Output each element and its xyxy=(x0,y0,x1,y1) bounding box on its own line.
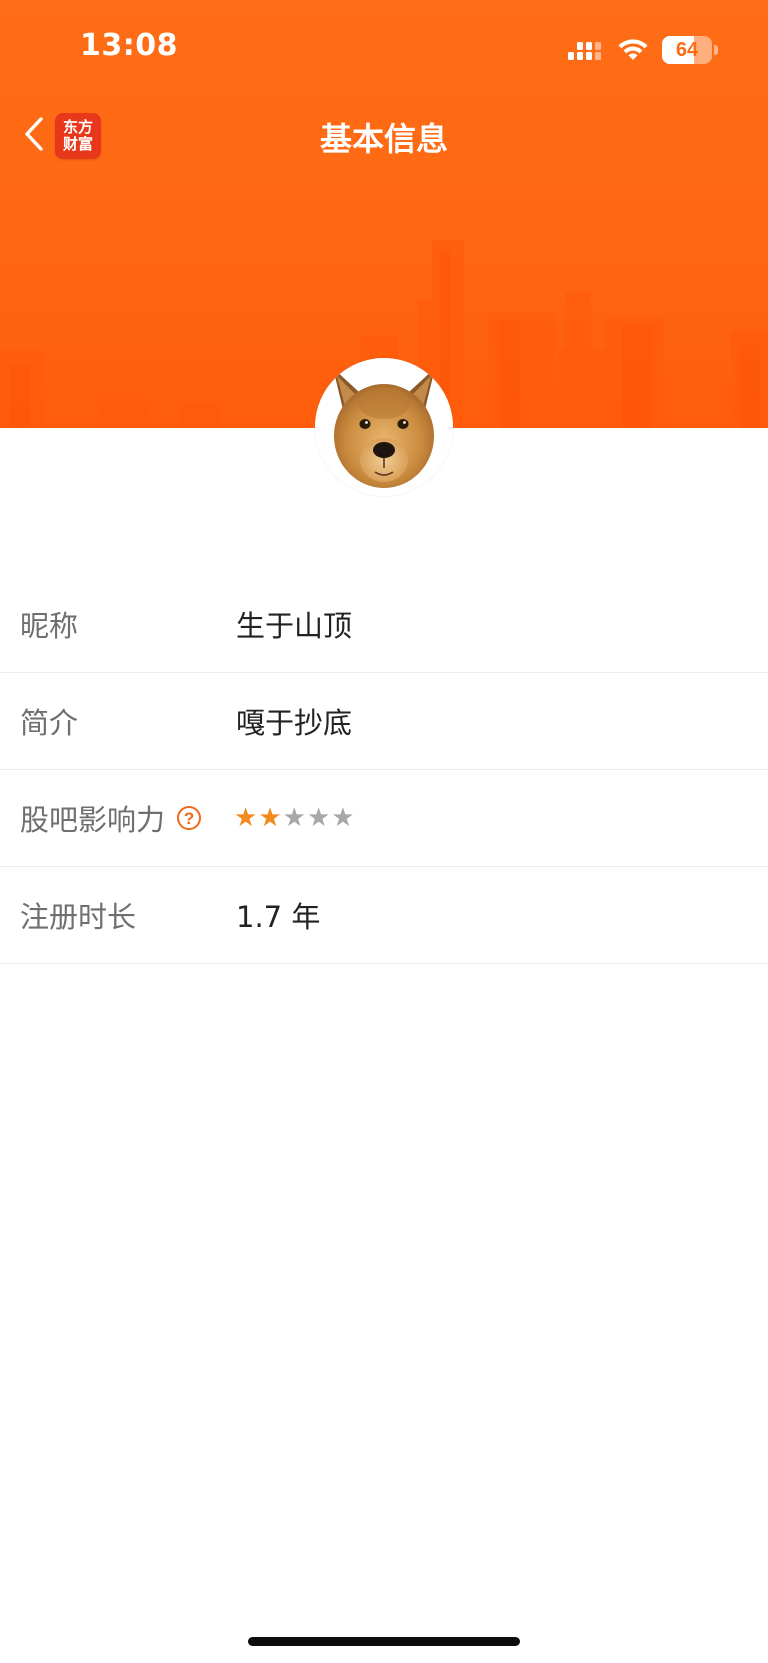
profile-info-list: 昵称 生于山顶 简介 嘎于抄底 股吧影响力 ? ★ ★ ★ ★ ★ 注册时长 1.7 年 xyxy=(0,576,768,964)
bio-value: 嘎于抄底 xyxy=(236,706,353,740)
registration-label: 注册时长 xyxy=(20,900,137,934)
star-empty-icon: ★ xyxy=(282,803,306,833)
home-indicator[interactable] xyxy=(248,1637,520,1646)
star-filled-icon: ★ xyxy=(258,803,282,833)
influence-label-group: 股吧影响力 ? xyxy=(20,797,202,839)
star-filled-icon: ★ xyxy=(234,803,258,833)
cellular-signal-icon xyxy=(568,42,601,60)
status-time: 13:08 xyxy=(80,28,178,63)
page-title: 基本信息 xyxy=(319,120,448,158)
info-row-bio: 简介 嘎于抄底 xyxy=(0,673,768,770)
influence-label: 股吧影响力 xyxy=(20,803,166,837)
avatar[interactable] xyxy=(315,358,453,496)
influence-star-rating: ★ ★ ★ ★ ★ xyxy=(234,805,355,831)
star-empty-icon: ★ xyxy=(306,803,331,833)
help-icon[interactable]: ? xyxy=(177,806,202,830)
star-empty-icon: ★ xyxy=(331,803,355,833)
battery-tip xyxy=(714,45,718,55)
registration-value: 1.7 年 xyxy=(236,900,321,934)
bio-label: 简介 xyxy=(20,706,79,740)
battery-indicator: 64 xyxy=(662,36,712,64)
info-row-nickname: 昵称 生于山顶 xyxy=(0,576,768,673)
wifi-icon xyxy=(618,39,648,60)
info-row-influence: 股吧影响力 ? ★ ★ ★ ★ ★ xyxy=(0,770,768,867)
battery-percentage: 64 xyxy=(675,38,699,61)
info-row-registration: 注册时长 1.7 年 xyxy=(0,867,768,964)
nickname-label: 昵称 xyxy=(20,609,79,643)
nickname-value: 生于山顶 xyxy=(236,609,353,643)
dog-avatar-image xyxy=(315,358,453,496)
status-icons: 64 xyxy=(568,36,718,64)
